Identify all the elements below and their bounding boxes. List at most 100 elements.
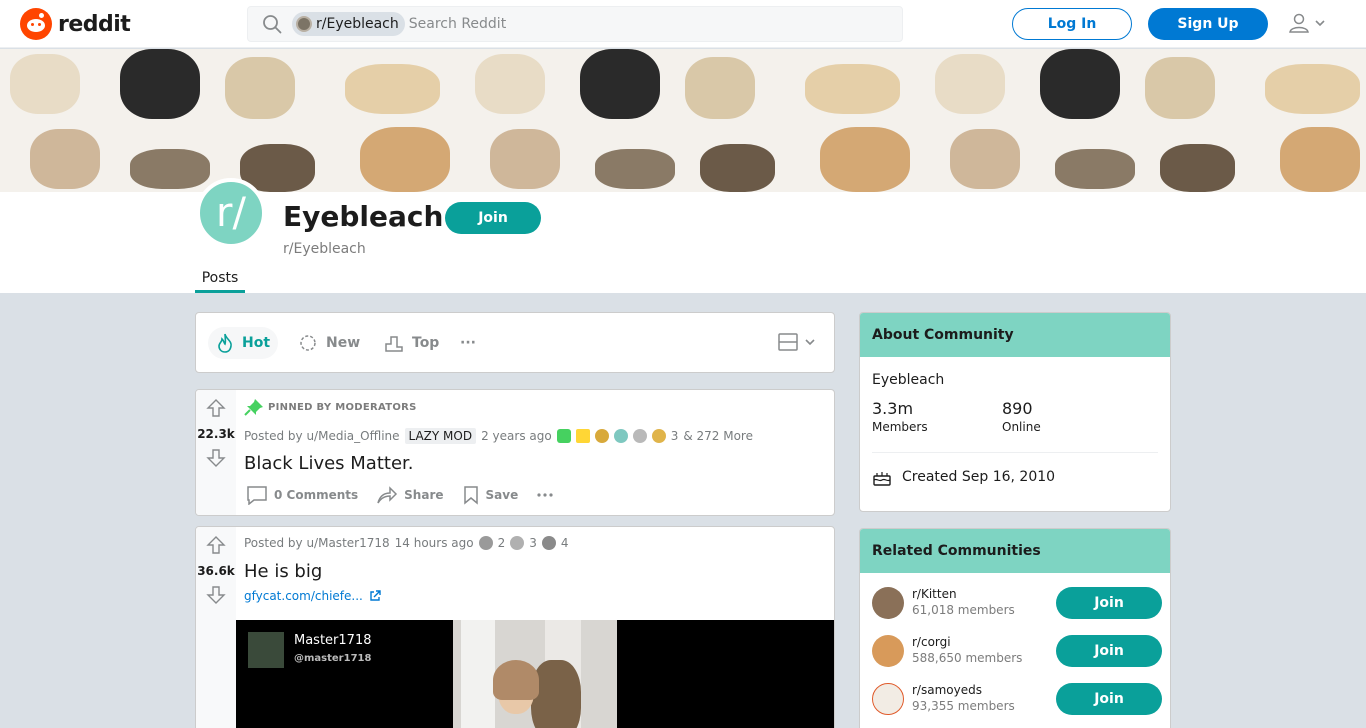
media-user-avatar xyxy=(248,632,284,668)
community-join-button[interactable]: Join xyxy=(445,202,541,234)
vote-column: 36.6k xyxy=(196,527,236,728)
award-count: 3 xyxy=(529,536,537,550)
video-frame xyxy=(453,620,617,728)
vote-column: 22.3k xyxy=(196,390,236,515)
search-icon xyxy=(263,15,282,34)
post-media-video[interactable]: Master1718 @master1718 xyxy=(236,620,834,728)
post-card[interactable]: 22.3k PINNED BY MODERATORS Posted by u/M… xyxy=(195,389,835,516)
related-community-name[interactable]: r/Kitten xyxy=(912,587,957,601)
post-author[interactable]: Posted by u/Master1718 xyxy=(244,536,390,550)
sort-more-button[interactable]: ··· xyxy=(452,327,484,359)
related-community-name[interactable]: r/corgi xyxy=(912,635,951,649)
award-icon xyxy=(541,536,556,550)
post-author[interactable]: Posted by u/Media_Offline xyxy=(244,429,400,443)
related-community-members: 93,355 members xyxy=(912,699,1015,713)
user-menu-dropdown[interactable] xyxy=(1288,12,1326,34)
related-join-button[interactable]: Join xyxy=(1056,587,1162,619)
comment-icon xyxy=(247,486,267,505)
online-count: 890 xyxy=(1002,399,1033,418)
award-icon xyxy=(510,536,525,550)
comments-button[interactable]: 0 Comments xyxy=(246,485,358,505)
post-actions: 0 Comments Share Save xyxy=(246,485,554,505)
logo-text: reddit xyxy=(58,11,131,37)
downvote-icon[interactable] xyxy=(206,448,226,468)
chevron-down-icon xyxy=(1315,20,1325,27)
share-button[interactable]: Share xyxy=(376,485,444,505)
view-layout-toggle[interactable] xyxy=(778,333,816,351)
share-label: Share xyxy=(404,488,444,502)
sort-top-button[interactable]: Top xyxy=(376,327,447,359)
online-label: Online xyxy=(1002,420,1041,434)
sparkle-badge-icon xyxy=(300,335,316,351)
search-input[interactable] xyxy=(408,16,859,32)
community-avatar: r/ xyxy=(196,178,266,248)
post-score: 36.6k xyxy=(197,564,235,578)
members-label: Members xyxy=(872,420,928,434)
pinned-label: PINNED BY MODERATORS xyxy=(268,401,417,413)
related-community-members: 61,018 members xyxy=(912,603,1015,617)
online-stat: 890 Online xyxy=(1002,399,1041,434)
subreddit-chip-avatar xyxy=(296,16,312,32)
award-icon xyxy=(632,429,647,443)
search-bar[interactable]: r/Eyebleach xyxy=(247,6,903,42)
post-card[interactable]: 36.6k Posted by u/Master1718 14 hours ag… xyxy=(195,526,835,728)
sort-new-button[interactable]: New xyxy=(290,327,368,359)
upvote-icon[interactable] xyxy=(206,398,226,418)
about-community-heading: About Community xyxy=(860,313,1170,357)
more-awards[interactable]: & 272 More xyxy=(683,429,753,443)
related-community-row[interactable]: r/samoyeds 93,355 members Join xyxy=(872,679,1162,719)
signup-button[interactable]: Sign Up xyxy=(1148,8,1268,40)
community-title: Eyebleach xyxy=(283,200,444,233)
comments-label: 0 Comments xyxy=(274,488,359,502)
external-link-icon xyxy=(370,590,381,601)
related-communities-heading: Related Communities xyxy=(860,529,1170,573)
card-view-icon xyxy=(778,333,798,351)
top-header: reddit r/Eyebleach Log In Sign Up xyxy=(0,0,1366,48)
post-body: PINNED BY MODERATORS Posted by u/Media_O… xyxy=(244,390,826,515)
members-stat: 3.3m Members xyxy=(872,399,928,434)
tab-posts[interactable]: Posts xyxy=(195,270,245,293)
related-community-members: 588,650 members xyxy=(912,651,1023,665)
post-time[interactable]: 2 years ago xyxy=(481,429,552,443)
related-community-row[interactable]: r/corgi 588,650 members Join xyxy=(872,631,1162,671)
pin-icon xyxy=(244,399,263,416)
community-header: r/ Eyebleach Join r/Eyebleach Posts xyxy=(0,178,1366,293)
related-join-button[interactable]: Join xyxy=(1056,683,1162,715)
award-count: 2 xyxy=(497,536,506,550)
related-community-row[interactable]: r/Kitten 61,018 members Join xyxy=(872,583,1162,623)
login-button[interactable]: Log In xyxy=(1012,8,1132,40)
award-icon xyxy=(478,536,493,550)
mod-shield-icon xyxy=(556,429,571,443)
pinned-indicator: PINNED BY MODERATORS xyxy=(244,398,417,416)
media-username: Master1718 xyxy=(294,633,372,648)
post-title[interactable]: Black Lives Matter. xyxy=(244,453,414,474)
post-time[interactable]: 14 hours ago xyxy=(395,536,474,550)
award-icon xyxy=(594,429,609,443)
award-count: 3 xyxy=(670,429,679,443)
related-communities-card: Related Communities r/Kitten 61,018 memb… xyxy=(859,528,1171,728)
post-title[interactable]: He is big xyxy=(244,561,322,582)
divider xyxy=(872,452,1158,453)
related-community-name[interactable]: r/samoyeds xyxy=(912,683,982,697)
created-date: Created Sep 16, 2010 xyxy=(872,468,1055,486)
more-options-icon xyxy=(537,493,553,497)
save-button[interactable]: Save xyxy=(462,485,518,505)
award-icon xyxy=(613,429,628,443)
sort-new-label: New xyxy=(326,335,361,351)
related-join-button[interactable]: Join xyxy=(1056,635,1162,667)
reddit-logo[interactable]: reddit xyxy=(20,8,131,40)
media-handle: @master1718 xyxy=(294,653,372,664)
community-subreddit-name: r/Eyebleach xyxy=(283,241,366,257)
cake-icon xyxy=(873,472,891,486)
community-avatar xyxy=(872,635,904,667)
downvote-icon[interactable] xyxy=(206,585,226,605)
share-icon xyxy=(377,486,398,504)
community-avatar xyxy=(872,587,904,619)
sort-hot-button[interactable]: Hot xyxy=(208,327,279,359)
bookmark-icon xyxy=(463,486,478,505)
upvote-icon[interactable] xyxy=(206,535,226,555)
post-more-button[interactable] xyxy=(536,492,554,498)
post-external-link[interactable]: gfycat.com/chiefe... xyxy=(244,589,381,603)
search-scope-chip[interactable]: r/Eyebleach xyxy=(292,12,405,36)
award-count: 4 xyxy=(560,536,569,550)
